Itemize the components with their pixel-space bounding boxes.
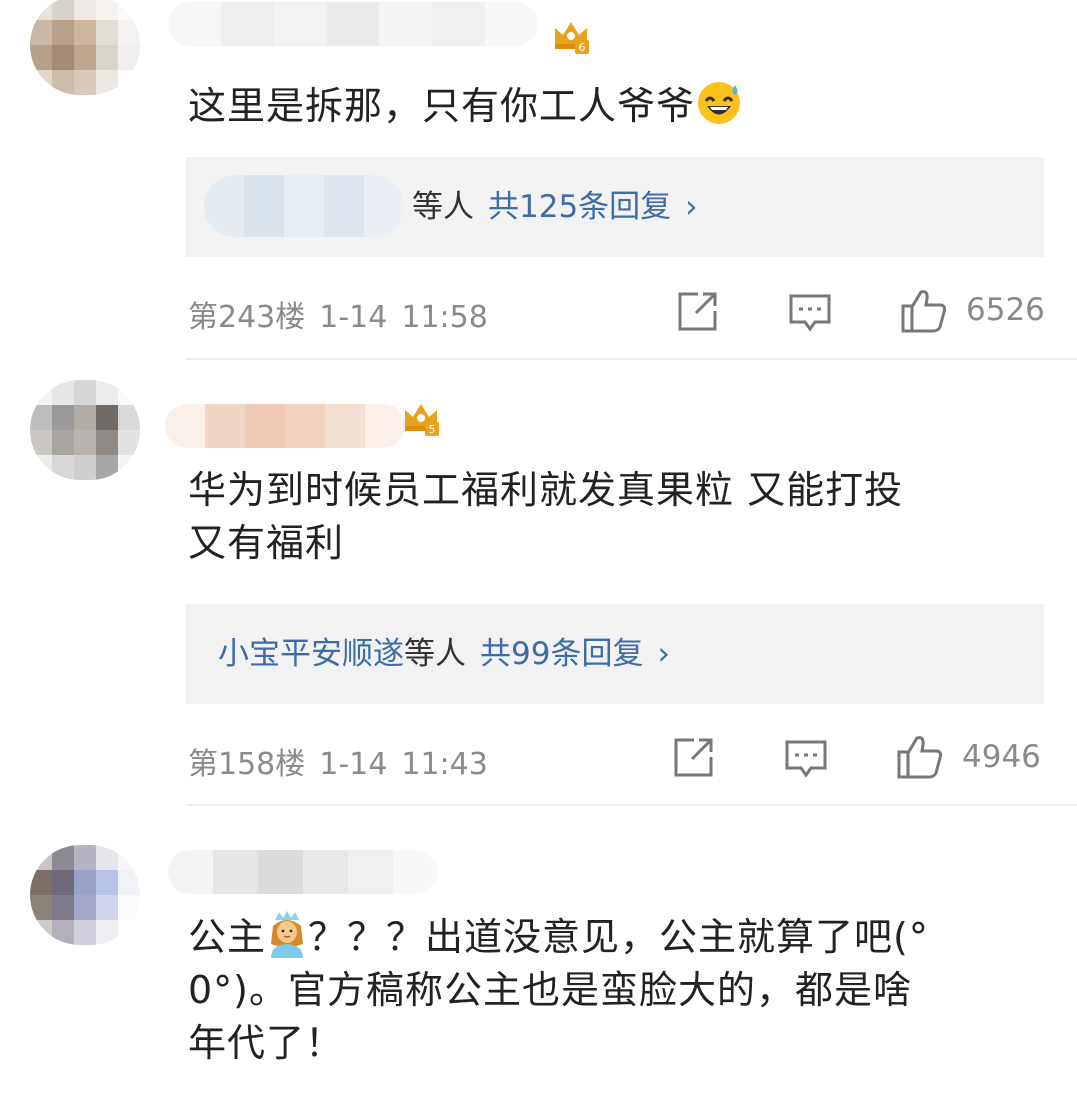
comment-text: 公主 ？？？出道没意见，公主就算了吧(° 0°)。官方稿称公主也是蛮脸大的，都是… bbox=[188, 910, 1048, 1070]
share-icon[interactable] bbox=[670, 735, 716, 781]
reply-count-link[interactable]: 共125条回复 bbox=[488, 189, 671, 225]
comment-time: 11:43 bbox=[401, 747, 488, 782]
chevron-right-icon: › bbox=[685, 189, 698, 225]
divider bbox=[186, 358, 1077, 360]
vip-crown-icon: 5 bbox=[405, 404, 439, 436]
comment-date: 1-14 bbox=[319, 747, 388, 782]
floor-number: 第243楼 bbox=[188, 300, 306, 335]
vip-crown-icon: 6 bbox=[555, 22, 589, 54]
comment-time: 11:58 bbox=[401, 300, 488, 335]
grinning-sweat-emoji-icon bbox=[698, 82, 741, 124]
comment-meta: 第158楼 1-14 11:43 bbox=[188, 739, 488, 783]
comment-icon[interactable] bbox=[783, 735, 829, 781]
reply-user-link[interactable]: 小宝平安顺遂 bbox=[218, 636, 404, 672]
avatar[interactable] bbox=[30, 0, 140, 95]
comment-text: 华为到时候员工福利就发真果粒 又能打投 又有福利 bbox=[188, 468, 904, 565]
svg-text:5: 5 bbox=[429, 423, 436, 436]
reply-users-blurred bbox=[204, 175, 404, 237]
princess-emoji-icon bbox=[271, 911, 304, 958]
like-thumb-icon[interactable] bbox=[896, 732, 944, 780]
username-blurred[interactable] bbox=[168, 2, 538, 46]
like-count: 6526 bbox=[966, 292, 1045, 328]
like-count: 4946 bbox=[962, 739, 1041, 775]
avatar[interactable] bbox=[30, 380, 140, 480]
reply-etc-label: 等人 bbox=[412, 189, 474, 225]
comment-meta: 第243楼 1-14 11:58 bbox=[188, 292, 488, 336]
svg-text:6: 6 bbox=[579, 41, 586, 54]
reply-etc-label: 等人 bbox=[404, 636, 466, 672]
share-icon[interactable] bbox=[674, 289, 720, 335]
reply-summary[interactable]: 小宝平安顺遂等人 共99条回复 › bbox=[186, 604, 1044, 704]
comment-date: 1-14 bbox=[319, 300, 388, 335]
reply-summary[interactable]: 等人 共125条回复 › bbox=[186, 157, 1044, 257]
divider bbox=[186, 804, 1077, 806]
like-thumb-icon[interactable] bbox=[900, 286, 948, 334]
reply-count-link[interactable]: 共99条回复 bbox=[480, 636, 643, 672]
comment-text: 这里是拆那，只有你工人爷爷 bbox=[188, 79, 1048, 133]
username-blurred[interactable] bbox=[168, 850, 438, 894]
username-blurred[interactable] bbox=[165, 404, 405, 448]
floor-number: 第158楼 bbox=[188, 747, 306, 782]
comment-icon[interactable] bbox=[787, 289, 833, 335]
avatar[interactable] bbox=[30, 845, 140, 945]
chevron-right-icon: › bbox=[657, 636, 670, 672]
